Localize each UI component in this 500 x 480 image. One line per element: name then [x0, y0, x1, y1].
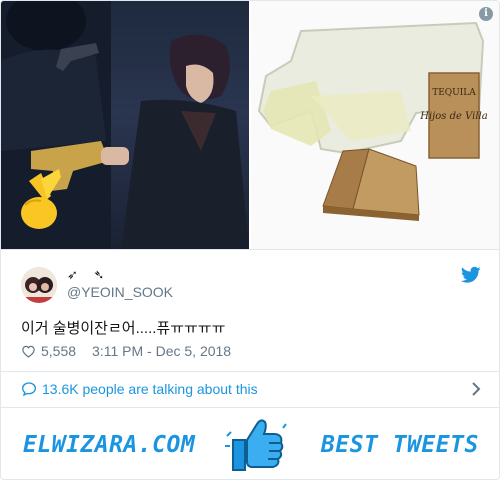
talking-about-label: 13.6K people are talking about this [42, 381, 258, 397]
thumbs-up-icon [225, 419, 287, 471]
bottle-label-top: TEQUILA [432, 88, 476, 98]
talking-about-link[interactable]: 13.6K people are talking about this [21, 379, 481, 399]
watermark-footer: ELWIZARA.COM BEST TWEETS [1, 408, 499, 479]
divider [1, 249, 499, 250]
heart-icon[interactable] [21, 344, 36, 358]
speech-bubble-icon [21, 382, 37, 397]
divider [1, 371, 499, 372]
avatar-image [21, 267, 57, 303]
media-image-tequila-bottle[interactable]: TEQUILA Hijos de Villa i [251, 1, 499, 249]
bottle-label-script: Hijos de Villa [419, 111, 487, 122]
tweet-meta: 5,558 3:11 PM - Dec 5, 2018 [21, 342, 231, 360]
display-name[interactable]: ➶ ➴ [67, 267, 110, 283]
tweet-header: ➶ ➴ @YEOIN_SOOK [21, 263, 481, 303]
tweet-timestamp[interactable]: 3:11 PM - Dec 5, 2018 [92, 343, 231, 359]
user-handle[interactable]: @YEOIN_SOOK [67, 284, 173, 300]
tagline: BEST TWEETS [321, 432, 479, 458]
movie-scene-illustration [1, 1, 249, 249]
tweet-embed-card: TEQUILA Hijos de Villa i ➶ ➴ @YEOIN_SOOK [0, 0, 500, 480]
chevron-right-icon [472, 382, 481, 396]
media-image-movie-scene[interactable] [1, 1, 249, 249]
tweet-media[interactable]: TEQUILA Hijos de Villa i [1, 1, 499, 249]
tweet-text: 이거 술병이잔ㄹ어.....퓨ㅠㅠㅠㅠ [21, 320, 226, 337]
info-icon[interactable]: i [479, 7, 493, 21]
site-brand: ELWIZARA.COM [23, 432, 196, 458]
like-count[interactable]: 5,558 [41, 343, 76, 359]
twitter-bird-icon[interactable] [461, 266, 481, 284]
gun-shaped-bottle-illustration: TEQUILA Hijos de Villa [257, 21, 488, 221]
avatar[interactable] [21, 267, 57, 303]
